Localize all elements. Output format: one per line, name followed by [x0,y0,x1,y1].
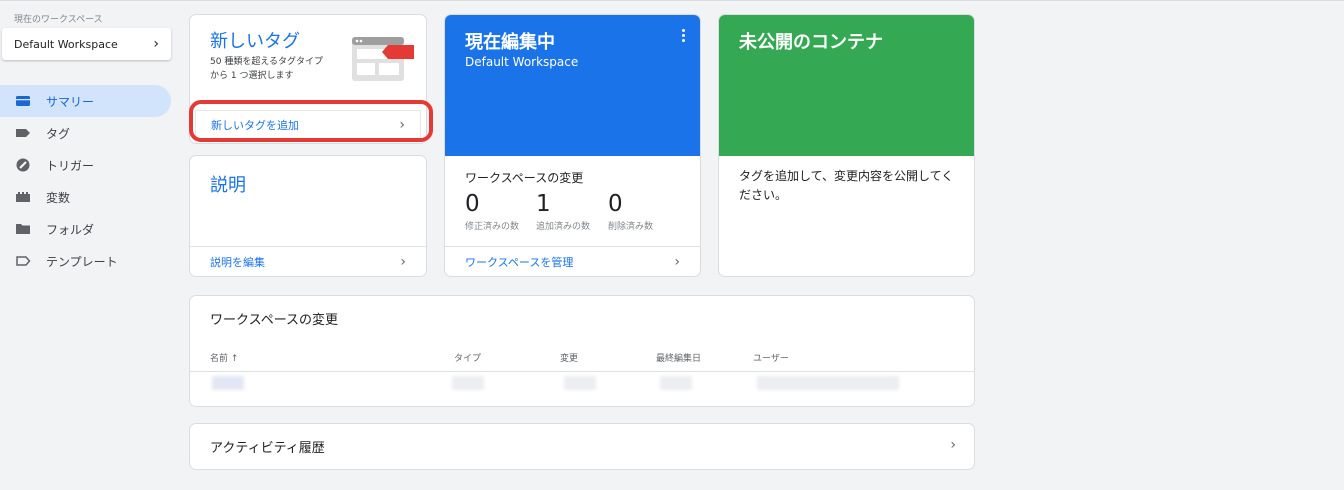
manage-workspace-link[interactable]: ワークスペースを管理 › [445,246,700,276]
stat-value: 0 [608,191,623,217]
table-row[interactable] [190,374,974,406]
editing-title: 現在編集中 [465,32,555,53]
sidebar-item-summary[interactable]: サマリー [0,85,171,117]
activity-title: アクティビティ履歴 [210,441,325,456]
description-title: 説明 [210,175,246,196]
top-divider [0,0,1344,1]
workspace-name: Default Workspace [14,37,118,51]
workspace-changes-title: ワークスペースの変更 [465,171,584,185]
sidebar-item-triggers[interactable]: トリガー [0,149,171,181]
sidebar-item-label: フォルダ [46,222,95,237]
sidebar-item-variables[interactable]: 変数 [0,181,171,213]
description-card: 説明 説明を編集 › [190,156,426,276]
unpublished-body: タグを追加して、変更内容を公開してください。 [739,169,954,202]
trigger-icon [14,158,32,172]
tag-illustration-icon [350,35,416,87]
manage-workspace-label: ワークスペースを管理 [465,255,574,269]
sidebar-item-label: サマリー [46,94,95,109]
sidebar-nav: サマリー タグ トリガー 変数 フォルダ テンプレート [0,85,171,277]
column-header-type[interactable]: タイプ [454,351,481,364]
workspace-selector[interactable]: Default Workspace › [2,28,171,60]
table-title: ワークスペースの変更 [210,313,339,328]
stat-deleted: 0 削除済み数 [608,191,653,232]
variable-icon [14,190,32,204]
sidebar-item-label: トリガー [46,158,95,173]
stat-value: 1 [536,191,551,217]
column-header-user[interactable]: ユーザー [753,351,789,364]
column-header-change[interactable]: 変更 [560,351,578,364]
new-tag-title[interactable]: 新しいタグ [210,27,300,53]
sidebar-item-folders[interactable]: フォルダ [0,213,171,245]
activity-history-card[interactable]: アクティビティ履歴 › [190,424,974,469]
workspace-label: 現在のワークスペース [14,15,103,25]
stat-modified: 0 修正済みの数 [465,191,519,232]
chevron-right-icon: › [400,253,406,270]
workspace-changes-table: ワークスペースの変更 名前 ↑ タイプ 変更 最終編集日 ユーザー [190,296,974,406]
new-tag-description: 50 種類を超えるタグタイプから 1 つ選択します [210,57,324,81]
folder-icon [14,222,32,236]
edit-description-label: 説明を編集 [210,255,265,269]
editing-workspace: Default Workspace [465,55,579,69]
stat-value: 0 [465,191,480,217]
stat-label: 修正済みの数 [465,222,520,232]
current-editing-card: 現在編集中 Default Workspace ワークスペースの変更 0 修正済… [445,15,700,276]
sidebar-item-label: テンプレート [46,254,118,269]
unpublished-container-card: 未公開のコンテナ タグを追加して、変更内容を公開してください。 [719,15,974,276]
more-vert-icon[interactable] [682,29,686,44]
column-header-last-edited[interactable]: 最終編集日 [656,351,701,364]
unpublished-title: 未公開のコンテナ [739,32,883,53]
stat-label: 追加済みの数 [536,222,591,232]
unpublished-header: 未公開のコンテナ [719,15,974,156]
template-icon [14,254,32,268]
sidebar-item-label: 変数 [46,190,71,205]
new-tag-card: 新しいタグ 50 種類を超えるタグタイプから 1 つ選択します 新しいタグを追加… [190,15,426,143]
tag-icon [14,126,32,140]
summary-icon [14,94,32,108]
chevron-right-icon: › [153,36,159,52]
chevron-right-icon: › [674,253,680,270]
chevron-right-icon: › [950,437,956,453]
table-header: 名前 ↑ タイプ 変更 最終編集日 ユーザー [190,346,974,372]
editing-header: 現在編集中 Default Workspace [445,15,700,156]
add-new-tag-link[interactable]: 新しいタグを追加 › [195,110,421,140]
stat-label: 削除済み数 [608,222,654,232]
edit-description-link[interactable]: 説明を編集 › [190,246,426,276]
sidebar-item-tags[interactable]: タグ [0,117,171,149]
chevron-right-icon: › [399,117,405,133]
sidebar-item-templates[interactable]: テンプレート [0,245,171,277]
add-new-tag-label: 新しいタグを追加 [211,119,299,132]
sidebar-item-label: タグ [46,126,71,141]
column-header-name[interactable]: 名前 ↑ [210,351,238,364]
stat-added: 1 追加済みの数 [536,191,590,232]
